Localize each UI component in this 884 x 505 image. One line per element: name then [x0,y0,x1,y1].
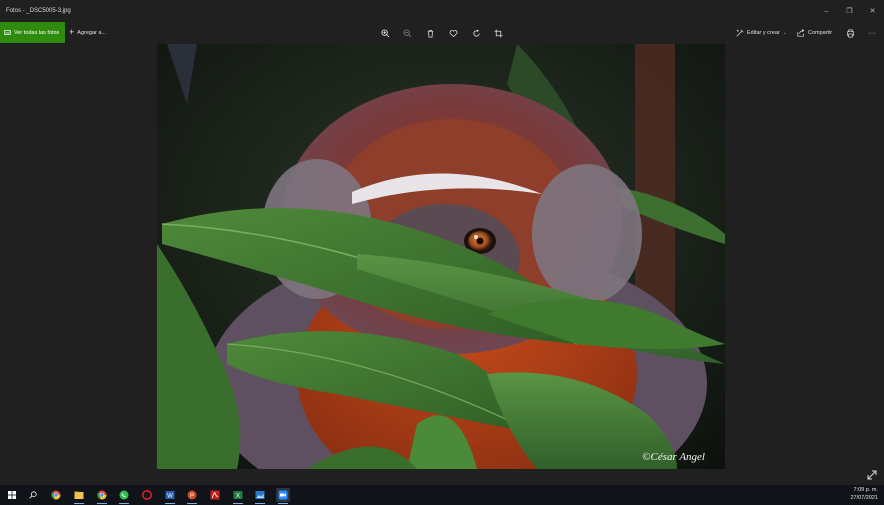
rotate-icon [472,29,480,37]
chrome-icon [97,490,107,500]
taskbar-acrobat[interactable] [208,488,222,502]
excel-icon: X [233,491,243,500]
plus-icon: + [69,27,75,37]
zoom-in-button[interactable] [378,26,392,40]
svg-text:X: X [236,494,240,500]
zoom-icon [278,490,288,500]
taskbar-clock[interactable]: 7:09 p. m. 27/07/2021 [850,487,878,502]
view-all-label: Ver todas las fotos [14,29,60,36]
clock-time: 7:09 p. m. [853,487,878,493]
favorite-button[interactable] [446,26,460,40]
search-icon [29,491,37,499]
start-button[interactable] [5,488,19,502]
rotate-button[interactable] [469,26,483,40]
crop-button[interactable] [491,26,505,40]
photo-watermark: ©César Angel [642,451,705,463]
opera-icon [142,490,152,500]
restore-button[interactable]: ❐ [838,0,861,22]
taskbar-excel[interactable]: X [231,488,245,504]
taskbar-file-explorer[interactable] [72,488,86,504]
zoom-out-button[interactable] [400,26,414,40]
word-icon: W [165,491,175,500]
windows-start-icon [8,491,16,499]
share-label: Compartir [808,29,833,36]
taskbar-chrome-1[interactable] [49,488,63,502]
view-all-photos-button[interactable]: Ver todas las fotos [0,22,65,43]
edit-create-icon [736,29,744,36]
titi-monkey-photo [157,44,725,469]
chrome-icon [51,490,61,500]
taskbar-opera[interactable] [140,488,154,502]
fullscreen-button[interactable] [866,468,878,480]
taskbar: W P X 7:09 p. m. 27/07/2021 [0,485,884,505]
window-title: Fotos - _DSC5005-3.jpg [6,8,71,14]
delete-button[interactable] [423,26,437,40]
zoom-in-icon [380,28,389,37]
toolbar: Ver todas las fotos + Agregar a... Edita… [0,22,884,43]
heart-icon [449,29,457,37]
add-to-label: Agregar a... [77,29,107,36]
file-explorer-icon [74,491,84,499]
svg-text:P: P [190,493,194,499]
chevron-down-icon: ⌄ [782,29,787,36]
minimize-button[interactable]: – [815,0,838,22]
taskbar-powerpoint[interactable]: P [185,488,199,504]
taskbar-word[interactable]: W [163,488,177,504]
taskbar-whatsapp[interactable] [117,488,131,504]
taskbar-search-button[interactable] [26,488,40,502]
svg-text:W: W [167,494,173,500]
crop-icon [493,28,503,38]
powerpoint-icon: P [187,490,197,500]
share-icon [797,28,805,37]
acrobat-icon [210,490,220,500]
photos-collection-icon [4,30,11,35]
delete-icon [427,29,433,38]
taskbar-zoom[interactable] [276,488,290,504]
print-button[interactable] [843,26,857,40]
close-button[interactable]: ✕ [861,0,884,22]
zoom-out-icon [402,28,411,37]
share-button[interactable]: Compartir [797,22,832,43]
whatsapp-icon [119,490,129,500]
taskbar-photos[interactable] [253,488,267,504]
more-options-button[interactable]: ··· [865,26,879,40]
title-bar: Fotos - _DSC5005-3.jpg – ❐ ✕ [0,0,884,22]
photos-icon [255,491,265,499]
edit-and-create-label: Editar y crear [747,29,780,36]
taskbar-chrome-2[interactable] [95,488,109,504]
edit-and-create-button[interactable]: Editar y crear ⌄ [736,22,787,43]
photo-viewer[interactable]: ©César Angel [157,44,725,469]
printer-icon [846,29,854,37]
clock-date: 27/07/2021 [850,494,878,501]
add-to-button[interactable]: + Agregar a... [69,22,106,43]
expand-icon [867,470,877,480]
